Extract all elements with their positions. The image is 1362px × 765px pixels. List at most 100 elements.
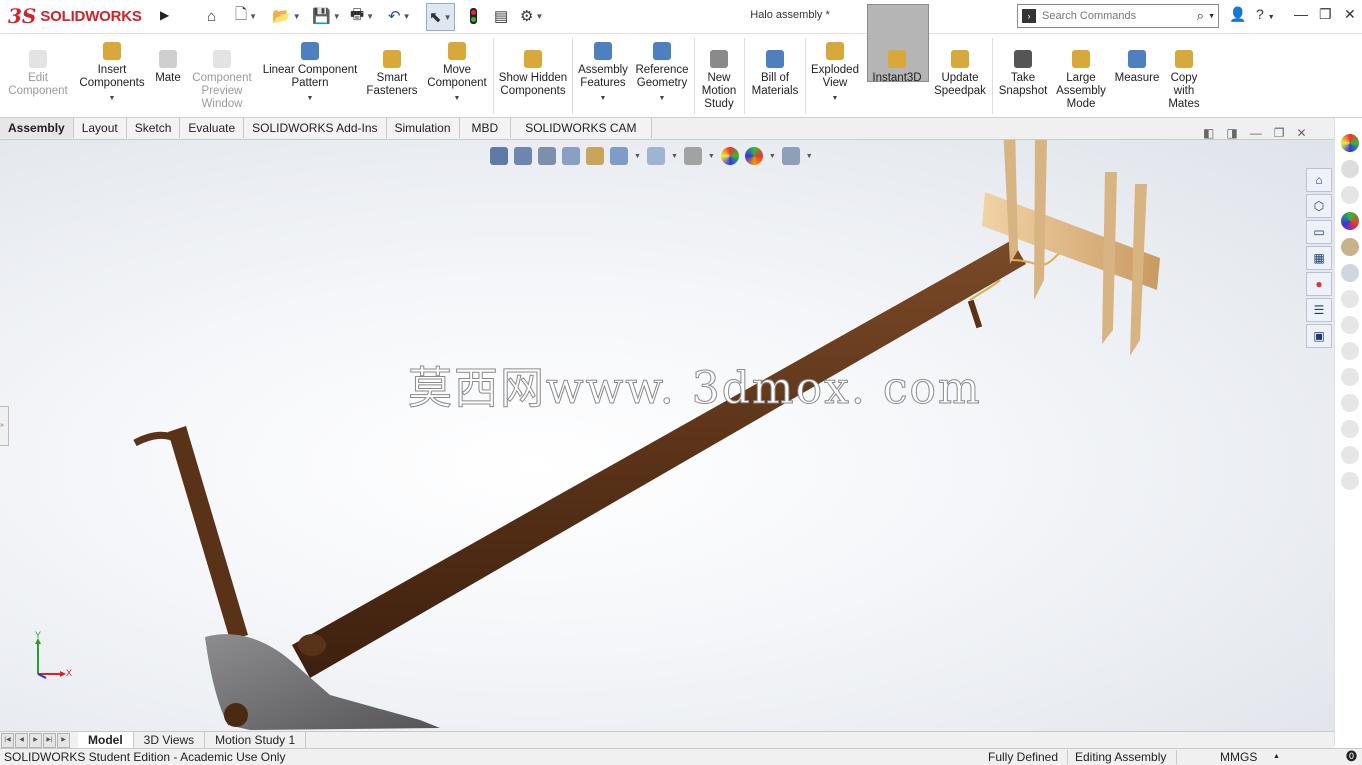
move-component-button[interactable]: Move Component ▼ (422, 42, 492, 105)
file-properties-button[interactable]: ▤ (494, 5, 508, 27)
next-viewport-icon[interactable]: ◨ (1226, 126, 1237, 140)
close-icon[interactable]: ✕ (1344, 6, 1356, 23)
instant3d-button[interactable]: Instant3D (868, 50, 926, 85)
apply-scene-dropdown-icon[interactable]: ▼ (769, 153, 776, 160)
hide-show-dropdown-icon[interactable]: ▼ (708, 153, 715, 160)
forum-icon[interactable]: ▣ (1306, 324, 1332, 348)
solidworks-resources-icon[interactable] (1341, 264, 1359, 282)
search-dropdown-icon[interactable]: ▼ (1208, 13, 1215, 20)
tab-assembly[interactable]: Assembly (0, 118, 74, 138)
pane-tool-icon[interactable] (1341, 472, 1359, 490)
minimize-icon[interactable]: — (1294, 6, 1308, 22)
prev-tab-icon[interactable]: ◀ (15, 732, 28, 748)
move-component-dropdown-icon[interactable]: ▼ (454, 92, 461, 105)
select-dropdown-icon[interactable]: ▼ (444, 13, 452, 22)
measure-button[interactable]: Measure (1111, 50, 1163, 85)
view-orientation-icon[interactable] (610, 147, 628, 165)
print-button[interactable]: 🖶 ▼ (350, 5, 374, 27)
tab-layout[interactable]: Layout (73, 118, 127, 138)
assembly-features-dropdown-icon[interactable]: ▼ (600, 92, 607, 105)
bill-of-materials-button[interactable]: Bill of Materials (748, 50, 802, 98)
solidworks-logo[interactable]: 3S SOLIDWORKS (8, 2, 154, 30)
pane-tool-icon[interactable] (1341, 368, 1359, 386)
design-library-icon[interactable] (1341, 160, 1359, 178)
last-tab-icon[interactable]: ▶| (43, 732, 56, 748)
rebuild-button[interactable] (470, 5, 477, 27)
user-icon[interactable]: 👤 (1229, 6, 1246, 23)
view-settings-icon[interactable] (781, 147, 800, 165)
tab-mbd[interactable]: MBD (459, 118, 512, 138)
tab-nav-icon[interactable]: ▶ (57, 732, 70, 748)
tab-motion-study-1[interactable]: Motion Study 1 (205, 732, 307, 748)
section-view-icon[interactable] (562, 147, 580, 165)
insert-components-dropdown-icon[interactable]: ▼ (109, 92, 116, 105)
file-explorer-icon[interactable]: ▭ (1306, 220, 1332, 244)
zoom-to-fit-icon[interactable] (490, 147, 508, 165)
plow-model[interactable] (0, 140, 1334, 731)
hide-show-items-icon[interactable] (683, 147, 702, 165)
save-button[interactable]: 💾 ▼ (312, 5, 341, 27)
smart-fasteners-button[interactable]: Smart Fasteners (364, 50, 420, 98)
restore-icon[interactable]: ❐ (1319, 6, 1332, 23)
view-palette-icon[interactable]: ▦ (1306, 246, 1332, 270)
viewport-close-icon[interactable]: ✕ (1296, 126, 1306, 140)
search-icon[interactable]: ⌕ (1197, 8, 1204, 24)
tab-model[interactable]: Model (78, 732, 134, 748)
undo-dropdown-icon[interactable]: ▼ (403, 12, 411, 21)
take-snapshot-button[interactable]: Take Snapshot (995, 50, 1051, 98)
appearances-scenes-icon[interactable] (1341, 134, 1359, 152)
file-explorer-pane-icon[interactable] (1341, 186, 1359, 204)
linear-component-pattern-button[interactable]: Linear Component Pattern ▼ (258, 42, 362, 105)
show-hidden-components-button[interactable]: Show Hidden Components (496, 50, 570, 98)
display-style-dropdown-icon[interactable]: ▼ (671, 153, 678, 160)
update-speedpak-button[interactable]: Update Speedpak (930, 50, 990, 98)
previous-view-icon[interactable] (538, 147, 556, 165)
select-button[interactable]: ⬉ ▼ (426, 3, 455, 31)
edit-appearance-icon[interactable] (720, 147, 739, 165)
mate-button[interactable]: Mate (151, 50, 185, 85)
apply-scene-icon[interactable] (744, 147, 763, 165)
tab-solidworks-add-ins[interactable]: SOLIDWORKS Add-Ins (244, 118, 387, 138)
new-motion-study-button[interactable]: New Motion Study (697, 50, 741, 111)
search-commands-box[interactable]: › Search Commands ⌕ ▼ (1017, 4, 1219, 28)
options-button[interactable]: ⚙ ▼ (520, 5, 543, 27)
dynamic-annotation-icon[interactable] (586, 147, 604, 165)
first-tab-icon[interactable]: |◀ (1, 732, 14, 748)
new-document-button[interactable]: 🗋 ▼ (235, 5, 257, 27)
search-input[interactable]: Search Commands (1042, 10, 1197, 22)
pane-tool-icon[interactable] (1341, 316, 1359, 334)
print-dropdown-icon[interactable]: ▼ (366, 12, 374, 21)
component-preview-window-button[interactable]: Component Preview Window (188, 50, 256, 111)
next-tab-icon[interactable]: ▶ (29, 732, 42, 748)
zoom-to-area-icon[interactable] (514, 147, 532, 165)
edit-component-button[interactable]: Edit Component (6, 50, 70, 98)
tab-evaluate[interactable]: Evaluate (180, 118, 245, 138)
prev-viewport-icon[interactable]: ◧ (1203, 126, 1214, 140)
tab-solidworks-cam[interactable]: SOLIDWORKS CAM (511, 118, 652, 138)
tab-3d-views[interactable]: 3D Views (133, 732, 206, 748)
exploded-view-button[interactable]: Exploded View ▼ (808, 42, 862, 105)
home-button[interactable]: ⌂ (207, 5, 216, 27)
reference-geometry-button[interactable]: Reference Geometry ▼ (632, 42, 692, 105)
status-info-icon[interactable]: ⓿ (1346, 749, 1357, 765)
custom-properties-pane-icon[interactable] (1341, 238, 1359, 256)
open-dropdown-icon[interactable]: ▼ (293, 12, 301, 21)
view-palette-pane-icon[interactable] (1341, 212, 1359, 230)
pane-tool-icon[interactable] (1341, 342, 1359, 360)
viewport-minimize-icon[interactable]: — (1250, 126, 1262, 140)
custom-properties-icon[interactable]: ☰ (1306, 298, 1332, 322)
appearances-icon[interactable]: ● (1306, 272, 1332, 296)
linear-pattern-dropdown-icon[interactable]: ▼ (307, 92, 314, 105)
view-orientation-dropdown-icon[interactable]: ▼ (634, 153, 641, 160)
pane-tool-icon[interactable] (1341, 394, 1359, 412)
pane-tool-icon[interactable] (1341, 290, 1359, 308)
viewport-restore-icon[interactable]: ❐ (1274, 126, 1285, 140)
copy-with-mates-button[interactable]: Copy with Mates (1164, 50, 1204, 111)
graphics-viewport[interactable] (0, 140, 1334, 731)
undo-button[interactable]: ↶ ▼ (388, 5, 411, 27)
3d-component-icon[interactable]: ⬡ (1306, 194, 1332, 218)
save-dropdown-icon[interactable]: ▼ (333, 12, 341, 21)
assembly-features-button[interactable]: Assembly Features ▼ (575, 42, 631, 105)
home-view-icon[interactable]: ⌂ (1306, 168, 1332, 192)
help-icon[interactable]: ? ▼ (1256, 6, 1275, 22)
